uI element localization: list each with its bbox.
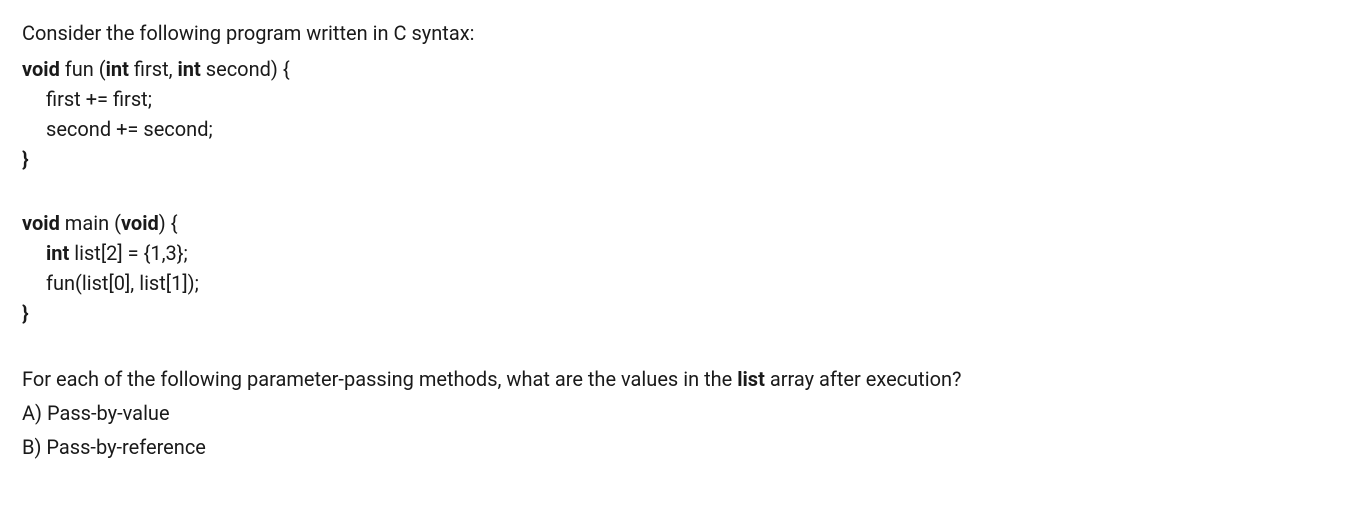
main-body-line: fun(list[0], list[1]); — [22, 268, 1328, 298]
main-close-brace: } — [22, 298, 1328, 328]
code-text: second) { — [206, 57, 290, 81]
code-text: ) { — [159, 211, 178, 235]
keyword-int: int — [46, 241, 69, 265]
keyword-int: int — [106, 57, 129, 81]
code-text: first, — [134, 57, 178, 81]
question-prefix: For each of the following parameter-pass… — [22, 367, 737, 391]
main-signature: void main (void) { — [22, 208, 1328, 238]
code-block-fun: void fun (int first, int second) { first… — [22, 54, 1328, 174]
question-text: For each of the following parameter-pass… — [22, 364, 1328, 394]
option-b: B) Pass-by-reference — [22, 432, 1328, 462]
code-text: main ( — [65, 211, 121, 235]
keyword-void: void — [22, 57, 60, 81]
main-body-line: int list[2] = {1,3}; — [22, 238, 1328, 268]
code-text: fun ( — [65, 57, 106, 81]
fun-body-line: first += first; — [22, 84, 1328, 114]
keyword-int: int — [178, 57, 201, 81]
intro-text: Consider the following program written i… — [22, 18, 1328, 48]
question-suffix: array after execution? — [765, 367, 962, 391]
code-text: list[2] = {1,3}; — [74, 241, 188, 265]
option-a: A) Pass-by-value — [22, 398, 1328, 428]
keyword-void: void — [22, 211, 60, 235]
fun-signature: void fun (int first, int second) { — [22, 54, 1328, 84]
fun-body-line: second += second; — [22, 114, 1328, 144]
question-bold: list — [737, 367, 765, 391]
code-block-main: void main (void) { int list[2] = {1,3}; … — [22, 208, 1328, 328]
fun-close-brace: } — [22, 144, 1328, 174]
keyword-void: void — [121, 211, 159, 235]
